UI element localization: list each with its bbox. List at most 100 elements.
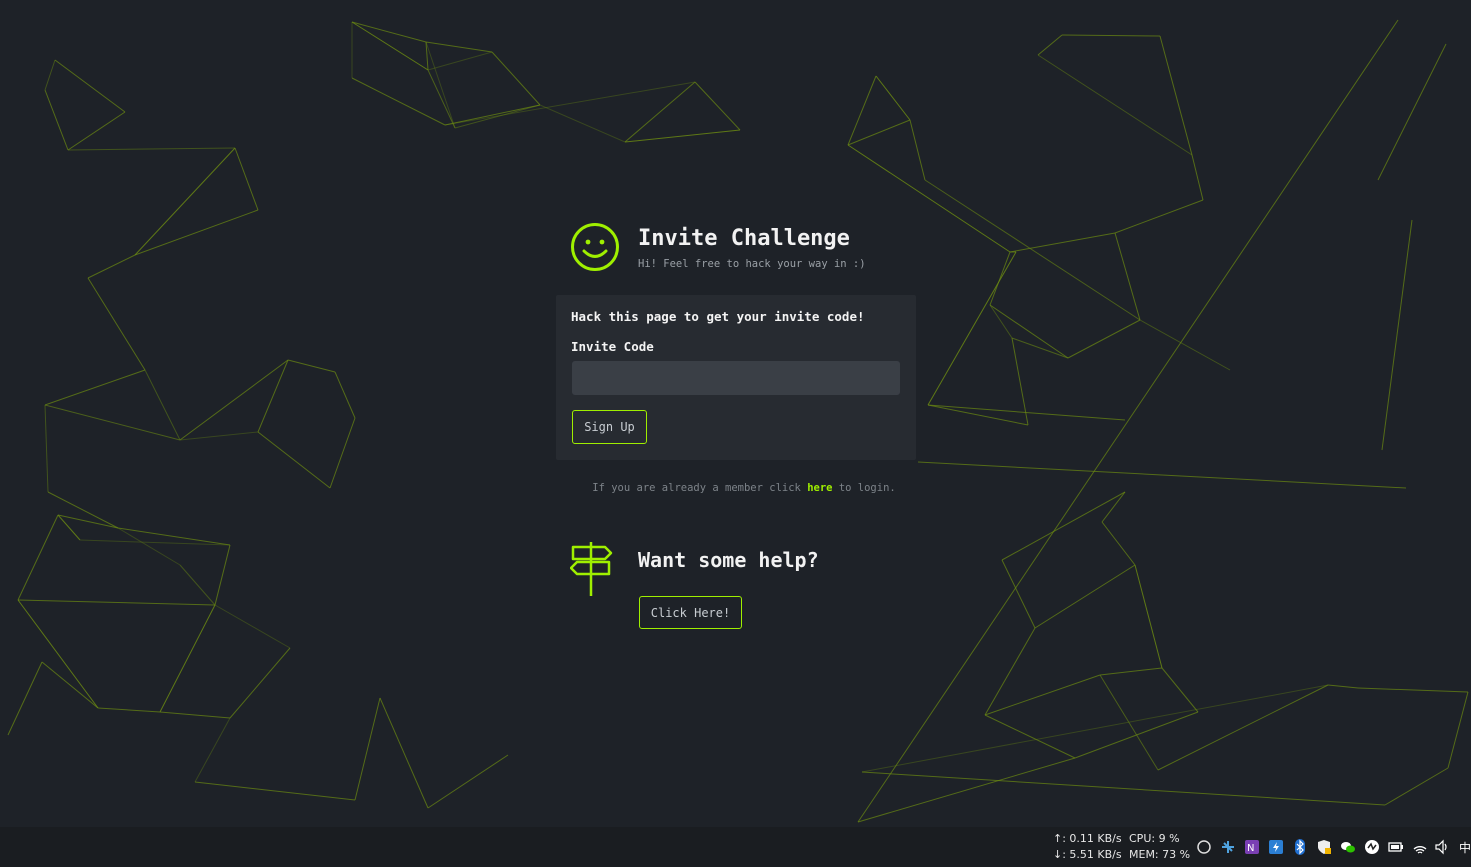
network-line <box>857 19 1399 823</box>
network-line <box>427 754 509 809</box>
help-section: Want some help? Click Here! <box>570 540 930 635</box>
network-line <box>1099 667 1163 676</box>
login-link[interactable]: here <box>807 482 832 494</box>
network-line <box>1101 521 1136 566</box>
ime-indicator[interactable]: 中 <box>1459 839 1471 856</box>
network-line <box>159 604 216 713</box>
network-line <box>1384 767 1449 806</box>
network-line <box>214 544 231 606</box>
network-line <box>214 604 291 649</box>
network-line <box>425 41 456 129</box>
network-line <box>1139 319 1231 371</box>
invite-form-panel: Hack this page to get your invite code! … <box>556 295 916 460</box>
net-download-speed: ↓: 5.51 KB/s <box>1053 848 1122 861</box>
network-line <box>1357 687 1469 693</box>
network-line <box>47 491 119 529</box>
network-line <box>454 104 541 129</box>
network-line <box>989 304 1069 359</box>
network-line <box>87 277 146 371</box>
svg-text:N: N <box>1247 843 1254 854</box>
network-line <box>1034 564 1136 629</box>
invite-code-input[interactable] <box>572 361 900 395</box>
network-line <box>1009 232 1116 253</box>
network-line <box>44 404 181 441</box>
network-tool-icon[interactable] <box>1220 839 1236 855</box>
page-title: Invite Challenge <box>638 226 850 251</box>
network-line <box>144 369 181 441</box>
network-line <box>54 59 126 113</box>
network-line <box>427 51 493 71</box>
network-line <box>861 771 1386 806</box>
page-subtitle: Hi! Feel free to hack your way in :) <box>638 258 866 270</box>
signpost-icon <box>570 542 613 596</box>
wifi-icon[interactable] <box>1412 839 1428 855</box>
network-line <box>1001 559 1036 629</box>
network-line <box>229 647 291 719</box>
network-line <box>847 119 911 146</box>
network-line <box>847 75 877 146</box>
network-line <box>984 627 1036 716</box>
network-line <box>44 89 69 151</box>
network-line <box>159 711 231 719</box>
network-line <box>354 697 381 801</box>
network-line <box>924 179 1141 321</box>
network-line <box>67 147 236 151</box>
onenote-icon[interactable]: N <box>1244 839 1260 855</box>
network-line <box>57 514 119 529</box>
volume-icon[interactable] <box>1434 839 1450 855</box>
network-line <box>194 781 356 801</box>
network-line <box>351 77 446 126</box>
shortcut-icon[interactable] <box>1268 839 1284 855</box>
network-line <box>909 119 926 181</box>
network-line <box>1381 219 1413 451</box>
media-icon[interactable] <box>1364 839 1380 855</box>
network-line <box>67 111 126 151</box>
login-note: If you are already a member click here t… <box>556 482 932 494</box>
memory-usage: MEM: 73 % <box>1129 848 1191 861</box>
network-line <box>861 684 1329 773</box>
click-here-button[interactable]: Click Here! <box>639 596 742 629</box>
network-line <box>1191 154 1204 201</box>
security-shield-icon[interactable] <box>1316 839 1332 855</box>
network-line <box>694 81 741 131</box>
smiley-icon <box>571 223 619 271</box>
network-line <box>1377 43 1447 181</box>
network-line <box>1157 684 1329 771</box>
network-line <box>989 304 1013 339</box>
network-line <box>334 371 356 419</box>
network-line <box>44 404 49 493</box>
wechat-icon[interactable] <box>1340 839 1356 855</box>
sign-up-button[interactable]: Sign Up <box>572 410 647 444</box>
network-line <box>989 251 1011 306</box>
network-line <box>234 147 259 211</box>
network-line <box>134 209 259 256</box>
network-line <box>427 69 456 129</box>
network-line <box>329 417 356 489</box>
circle-icon[interactable] <box>1196 839 1212 855</box>
network-line <box>1134 564 1163 669</box>
network-line <box>624 129 741 143</box>
network-line <box>1161 667 1199 713</box>
network-line <box>624 81 696 143</box>
network-line <box>17 514 59 601</box>
network-line <box>179 564 216 606</box>
network-line <box>1101 491 1126 523</box>
network-line <box>257 431 331 489</box>
network-line <box>927 404 1029 426</box>
bluetooth-icon[interactable] <box>1292 839 1308 855</box>
login-note-prefix: If you are already a member click <box>592 482 808 494</box>
battery-icon[interactable] <box>1388 839 1404 855</box>
network-line <box>444 104 541 126</box>
network-line <box>1114 199 1204 234</box>
network-line <box>41 661 99 709</box>
network-line <box>7 661 43 736</box>
network-line <box>117 527 181 566</box>
network-line <box>491 51 541 106</box>
network-line <box>194 717 231 783</box>
network-line <box>1114 232 1141 321</box>
network-line <box>179 431 259 441</box>
network-line <box>1327 684 1359 689</box>
cpu-usage: CPU: 9 % <box>1129 832 1180 845</box>
net-upload-speed: ↑: 0.11 KB/s <box>1053 832 1122 845</box>
network-line <box>17 599 99 709</box>
